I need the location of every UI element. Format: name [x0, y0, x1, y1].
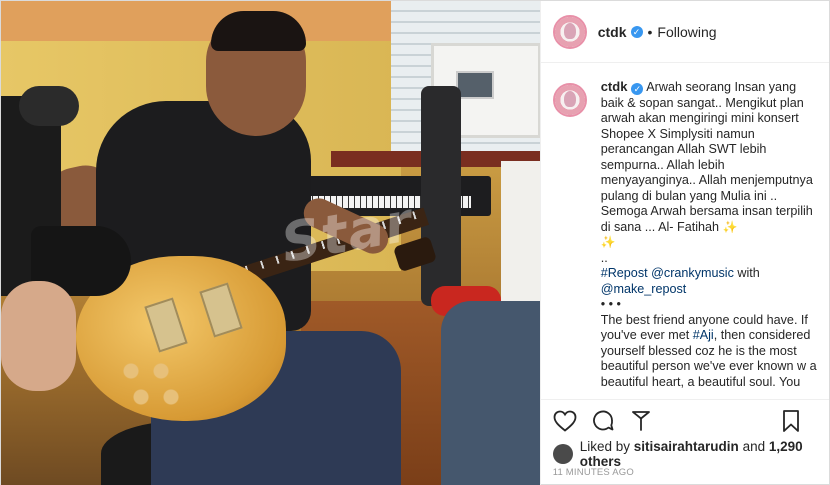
heart-icon[interactable]: [553, 409, 577, 433]
post-header: ctdk ✓ • Following: [540, 1, 829, 63]
comments-section: ctdk ✓ Arwah seorang Insan yang baik & so…: [541, 63, 829, 399]
liker-username[interactable]: sitisairahtarudin: [634, 439, 739, 454]
make-repost-mention[interactable]: @make_repost: [601, 282, 687, 296]
post-photo[interactable]: Star: [1, 1, 540, 485]
camera-microphone: [19, 86, 79, 126]
likes-prefix: Liked by: [579, 439, 630, 454]
office-chair: [421, 86, 461, 306]
action-bar: [540, 399, 829, 441]
comment-icon[interactable]: [591, 409, 615, 433]
verified-badge-icon: ✓: [631, 83, 644, 95]
caption-text: Arwah seorang Insan yang baik & sopan sa…: [600, 80, 813, 234]
caption-with: with: [737, 266, 760, 280]
caption: ctdk ✓ Arwah seorang Insan yang baik & so…: [601, 79, 819, 399]
separator: •: [647, 23, 653, 40]
monitor-screen: [456, 71, 494, 99]
person-jeans: [441, 301, 540, 485]
bookmark-icon[interactable]: [779, 409, 803, 433]
liker-avatar[interactable]: [552, 444, 573, 464]
caption-ellipsis: ..: [600, 250, 608, 265]
following-button[interactable]: Following: [657, 24, 716, 40]
avatar[interactable]: [552, 14, 587, 49]
avatar[interactable]: [552, 83, 587, 117]
guitar-knobs: [121, 361, 181, 406]
verified-badge-icon: ✓: [630, 25, 643, 38]
caption-username[interactable]: ctdk: [601, 79, 628, 94]
guitarist-hair: [211, 11, 306, 51]
post-timestamp[interactable]: 11 MINUTES AGO: [541, 467, 829, 485]
caption-bullets: • • •: [600, 297, 621, 311]
repost-mention[interactable]: @crankymusic: [651, 266, 734, 280]
username[interactable]: ctdk: [598, 24, 627, 40]
wall: [1, 1, 391, 41]
aji-hashtag[interactable]: #Aji: [693, 328, 714, 342]
person-shirt: [501, 161, 540, 321]
instagram-post: Star ctdk ✓ • Following ctdk ✓ Arwah seor…: [0, 0, 830, 485]
likes-line: Liked by sitisairahtarudin and 1,290 oth…: [541, 439, 829, 469]
repost-hashtag[interactable]: #Repost: [601, 266, 648, 280]
sparkle-emoji: ✨: [600, 235, 616, 249]
camera-operator-hand: [1, 281, 76, 391]
share-icon[interactable]: [629, 409, 653, 433]
likes-and: and: [742, 439, 766, 454]
sparkle-emoji: ✨: [722, 219, 738, 234]
post-sidebar: ctdk ✓ • Following ctdk ✓ Arwah seorang I…: [539, 1, 829, 485]
